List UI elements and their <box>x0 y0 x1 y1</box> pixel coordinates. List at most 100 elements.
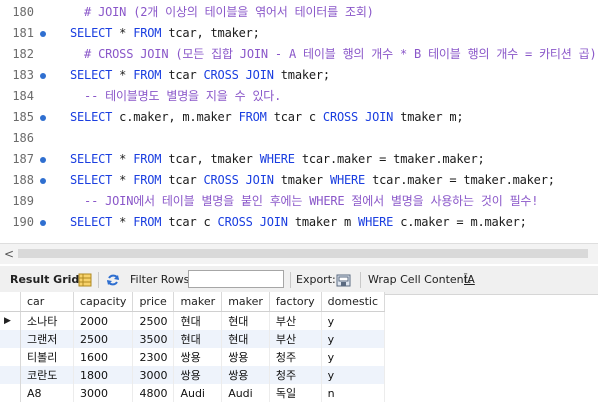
code-text[interactable]: SELECT * FROM tcar, tmaker; <box>70 23 260 44</box>
table-row[interactable]: A8 3000 4800 Audi Audi 독일 n <box>0 384 386 402</box>
column-header[interactable]: capacity <box>73 292 134 312</box>
row-header[interactable]: ▶ <box>0 311 21 330</box>
table-cell[interactable]: Audi <box>173 384 223 402</box>
table-row[interactable]: 코란도 1800 3000 쌍용 쌍용 청주 y <box>0 366 386 384</box>
editor-line[interactable]: 181 SELECT * FROM tcar, tmaker; <box>0 23 598 44</box>
code-text[interactable]: # JOIN (2개 이상의 테이블을 엮어서 테이터를 조회) <box>70 2 374 23</box>
row-header[interactable] <box>0 348 21 366</box>
table-cell[interactable]: 2300 <box>132 348 175 366</box>
sql-text: * <box>112 152 134 166</box>
column-header[interactable]: price <box>132 292 175 312</box>
table-row[interactable]: 티볼리 1600 2300 쌍용 쌍용 청주 y <box>0 348 386 366</box>
result-grid-tab[interactable]: Result Grid <box>10 266 79 294</box>
table-cell[interactable]: 현대 <box>173 311 223 330</box>
sql-keyword: SELECT <box>70 152 113 166</box>
column-header[interactable]: factory <box>269 292 322 312</box>
table-cell[interactable]: n <box>321 384 386 402</box>
table-cell[interactable]: y <box>321 348 386 366</box>
table-cell[interactable]: 현대 <box>221 311 270 330</box>
sql-text: tcar.maker = tmaker.maker; <box>294 152 485 166</box>
table-cell[interactable]: 청주 <box>269 348 322 366</box>
code-text[interactable]: SELECT c.maker, m.maker FROM tcar c CROS… <box>70 107 464 128</box>
table-cell[interactable]: 현대 <box>221 330 270 348</box>
code-text[interactable]: SELECT * FROM tcar CROSS JOIN tmaker WHE… <box>70 170 555 191</box>
table-cell[interactable]: 쌍용 <box>173 366 223 384</box>
sql-text: c.maker = m.maker; <box>393 215 527 229</box>
result-grid: car capacity price maker maker factory domesti… <box>0 292 598 402</box>
line-number: 180 <box>12 5 34 19</box>
table-cell[interactable]: 쌍용 <box>221 348 270 366</box>
code-text[interactable]: SELECT * FROM tcar CROSS JOIN tmaker; <box>70 65 330 86</box>
editor-line[interactable]: 187 SELECT * FROM tcar, tmaker WHERE tcar… <box>0 149 598 170</box>
table-cell[interactable]: Audi <box>221 384 270 402</box>
table-cell[interactable]: 부산 <box>269 330 322 348</box>
table-cell[interactable]: y <box>321 330 386 348</box>
table-cell[interactable]: y <box>321 366 386 384</box>
table-cell[interactable]: 쌍용 <box>221 366 270 384</box>
editor-line[interactable]: 183 SELECT * FROM tcar CROSS JOIN tmaker; <box>0 65 598 86</box>
statement-marker-icon <box>40 73 46 79</box>
scroll-left-icon[interactable]: < <box>4 244 14 264</box>
code-text[interactable]: -- JOIN에서 테이블 별명을 붙인 후에는 WHERE 절에서 별명을 사… <box>70 191 538 212</box>
table-cell[interactable]: 독일 <box>269 384 322 402</box>
column-header[interactable]: car <box>20 292 74 312</box>
wrap-cell-icon[interactable]: ĪA <box>464 266 475 294</box>
sql-text: tmaker; <box>273 68 330 82</box>
table-cell[interactable]: 3500 <box>132 330 175 348</box>
table-cell[interactable]: 코란도 <box>20 366 74 384</box>
table-cell[interactable]: A8 <box>20 384 74 402</box>
editor-line[interactable]: 190 SELECT * FROM tcar c CROSS JOIN tmake… <box>0 212 598 233</box>
table-cell[interactable]: 소나타 <box>20 311 74 330</box>
row-header[interactable] <box>0 330 21 348</box>
sql-text: tcar <box>161 173 204 187</box>
table-cell[interactable]: 티볼리 <box>20 348 74 366</box>
table-cell[interactable]: 4800 <box>132 384 175 402</box>
table-cell[interactable]: 부산 <box>269 311 322 330</box>
table-cell[interactable]: 1800 <box>73 366 134 384</box>
scrollbar-thumb[interactable] <box>18 249 588 258</box>
statement-marker-icon <box>40 220 46 226</box>
code-text[interactable]: SELECT * FROM tcar, tmaker WHERE tcar.ma… <box>70 149 485 170</box>
table-cell[interactable]: y <box>321 311 386 330</box>
editor-line[interactable]: 180 # JOIN (2개 이상의 테이블을 엮어서 테이터를 조회) <box>0 2 598 23</box>
table-cell[interactable]: 그랜저 <box>20 330 74 348</box>
column-header[interactable]: domestic <box>321 292 386 312</box>
table-cell[interactable]: 2000 <box>73 311 134 330</box>
code-text[interactable]: SELECT * FROM tcar c CROSS JOIN tmaker m… <box>70 212 527 233</box>
sql-keyword: FROM <box>133 26 162 40</box>
row-header[interactable] <box>0 366 21 384</box>
table-cell[interactable]: 청주 <box>269 366 322 384</box>
editor-line[interactable]: 184 -- 테이블명도 별명을 지을 수 있다. <box>0 86 598 107</box>
sql-keyword: SELECT <box>70 110 113 124</box>
code-text[interactable]: # CROSS JOIN (모든 집합 JOIN - A 테이블 행의 개수 *… <box>70 44 597 65</box>
sql-editor[interactable]: 180 # JOIN (2개 이상의 테이블을 엮어서 테이터를 조회) 181 S… <box>0 0 598 240</box>
table-cell[interactable]: 1600 <box>73 348 134 366</box>
row-header[interactable] <box>0 384 21 402</box>
wrap-cell-label: Wrap Cell Content: <box>368 273 472 286</box>
table-cell[interactable]: 현대 <box>173 330 223 348</box>
table-row[interactable]: 그랜저 2500 3500 현대 현대 부산 y <box>0 330 386 348</box>
table-cell[interactable]: 3000 <box>73 384 134 402</box>
horizontal-scrollbar[interactable]: < <box>0 243 598 264</box>
editor-line[interactable]: 189 -- JOIN에서 테이블 별명을 붙인 후에는 WHERE 절에서 별… <box>0 191 598 212</box>
column-header[interactable]: maker <box>173 292 223 312</box>
export-icon[interactable] <box>336 266 352 294</box>
sql-text: tcar <box>161 68 204 82</box>
editor-line[interactable]: 185 SELECT c.maker, m.maker FROM tcar c C… <box>0 107 598 128</box>
table-cell[interactable]: 3000 <box>132 366 175 384</box>
refresh-icon[interactable] <box>106 266 120 294</box>
grid-view-icon[interactable] <box>78 266 92 294</box>
editor-line[interactable]: 188 SELECT * FROM tcar CROSS JOIN tmaker … <box>0 170 598 191</box>
table-cell[interactable]: 2500 <box>132 311 175 330</box>
statement-marker-icon <box>40 31 46 37</box>
table-row[interactable]: ▶ 소나타 2000 2500 현대 현대 부산 y <box>0 311 386 330</box>
filter-rows-input[interactable] <box>188 270 284 288</box>
table-cell[interactable]: 2500 <box>73 330 134 348</box>
column-header[interactable]: maker <box>221 292 270 312</box>
table-cell[interactable]: 쌍용 <box>173 348 223 366</box>
editor-line[interactable]: 182 # CROSS JOIN (모든 집합 JOIN - A 테이블 행의 … <box>0 44 598 65</box>
export-label: Export: <box>296 273 336 286</box>
editor-line[interactable]: 186 <box>0 128 598 149</box>
code-text[interactable]: -- 테이블명도 별명을 지을 수 있다. <box>70 86 281 107</box>
line-number: 182 <box>12 47 34 61</box>
